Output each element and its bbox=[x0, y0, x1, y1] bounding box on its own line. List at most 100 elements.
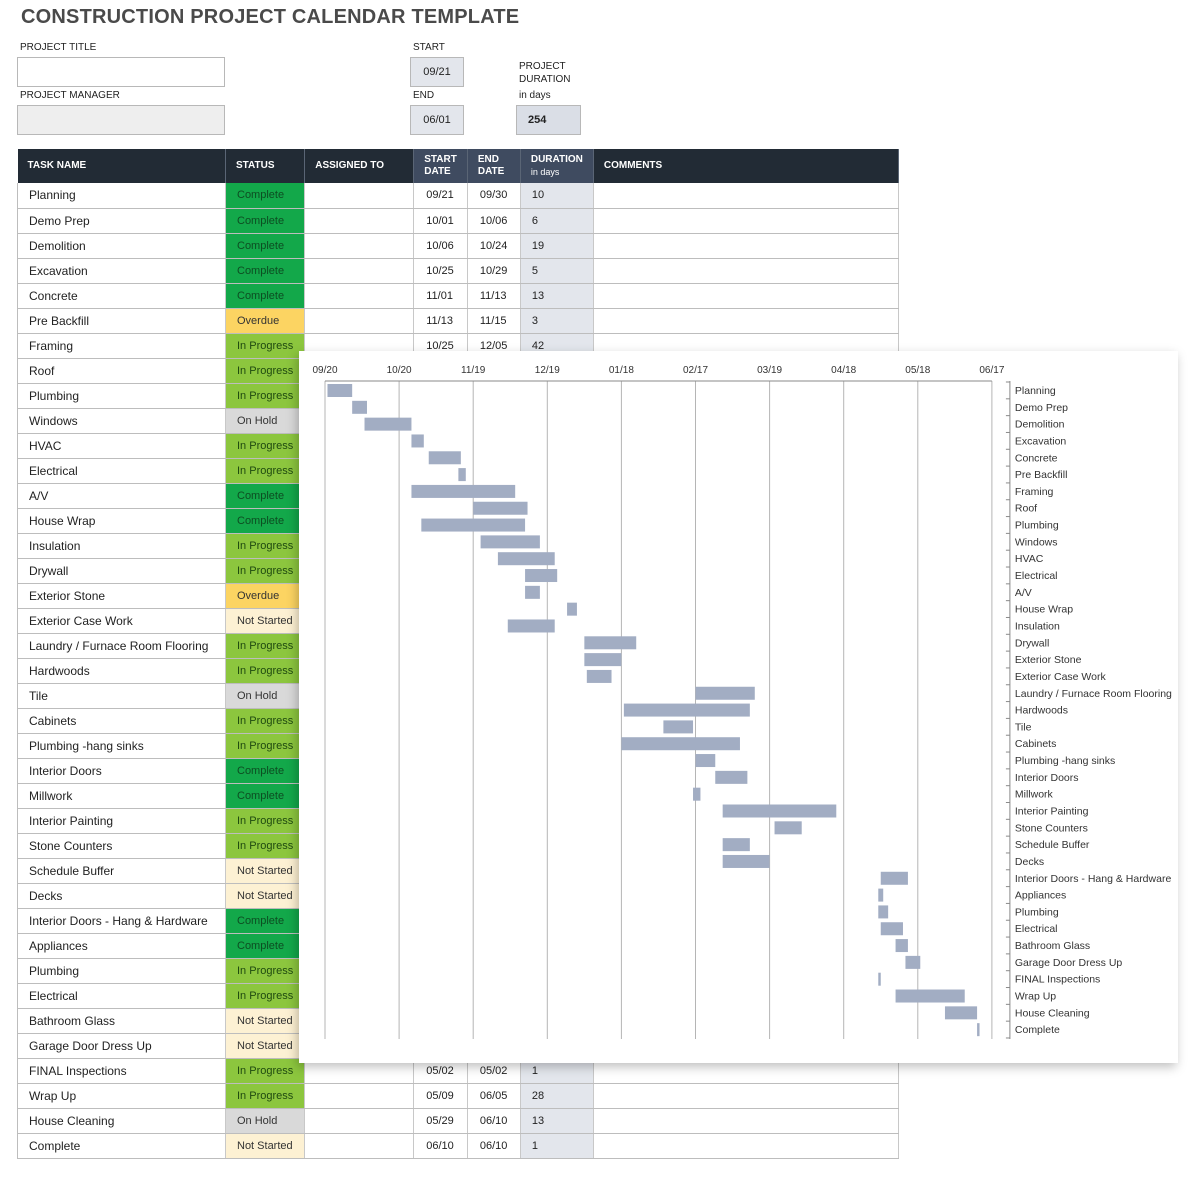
cell-status[interactable]: In Progress bbox=[225, 658, 306, 684]
x-tick-label: 09/20 bbox=[312, 365, 337, 376]
category-label: Complete bbox=[1015, 1024, 1060, 1036]
cell-start-date[interactable]: 10/25 bbox=[413, 258, 468, 284]
cell-status[interactable]: Complete bbox=[225, 208, 306, 234]
cell-assigned-to[interactable] bbox=[304, 1133, 415, 1159]
cell-status[interactable]: In Progress bbox=[225, 533, 306, 559]
cell-status[interactable]: Complete bbox=[225, 758, 306, 784]
cell-comments[interactable] bbox=[593, 258, 899, 284]
cell-end-date[interactable]: 10/06 bbox=[467, 208, 521, 234]
cell-status[interactable]: Not Started bbox=[225, 608, 306, 634]
cell-status[interactable]: In Progress bbox=[225, 733, 306, 759]
gantt-bar bbox=[880, 922, 903, 936]
cell-assigned-to[interactable] bbox=[304, 308, 415, 334]
gantt-bar bbox=[977, 1023, 980, 1037]
gantt-bar bbox=[895, 939, 908, 953]
cell-end-date[interactable]: 10/24 bbox=[467, 233, 521, 259]
cell-comments[interactable] bbox=[593, 1108, 899, 1134]
gantt-bar bbox=[715, 770, 748, 784]
cell-comments[interactable] bbox=[593, 208, 899, 234]
cell-assigned-to[interactable] bbox=[304, 233, 415, 259]
gantt-bar bbox=[411, 434, 424, 448]
start-date-field[interactable]: 09/21 bbox=[410, 57, 464, 87]
cell-end-date[interactable]: 06/10 bbox=[467, 1108, 521, 1134]
cell-status[interactable]: Not Started bbox=[225, 858, 306, 884]
cell-status[interactable]: In Progress bbox=[225, 808, 306, 834]
cell-status[interactable]: In Progress bbox=[225, 383, 306, 409]
cell-status[interactable]: Complete bbox=[225, 183, 306, 209]
cell-end-date[interactable]: 11/15 bbox=[467, 308, 521, 334]
cell-status[interactable]: In Progress bbox=[225, 708, 306, 734]
cell-assigned-to[interactable] bbox=[304, 208, 415, 234]
cell-status[interactable]: Complete bbox=[225, 258, 306, 284]
header-start-line1: START bbox=[424, 154, 457, 165]
cell-status[interactable]: Overdue bbox=[225, 583, 306, 609]
cell-status[interactable]: Complete bbox=[225, 933, 306, 959]
cell-assigned-to[interactable] bbox=[304, 258, 415, 284]
cell-start-date[interactable]: 05/29 bbox=[413, 1108, 468, 1134]
cell-status[interactable]: In Progress bbox=[225, 358, 306, 384]
cell-comments[interactable] bbox=[593, 1083, 899, 1109]
cell-assigned-to[interactable] bbox=[304, 1083, 415, 1109]
cell-status[interactable]: In Progress bbox=[225, 558, 306, 584]
cell-comments[interactable] bbox=[593, 1133, 899, 1159]
cell-status[interactable]: Complete bbox=[225, 283, 306, 309]
category-label: Demo Prep bbox=[1015, 402, 1068, 414]
cell-status[interactable]: Complete bbox=[225, 508, 306, 534]
cell-comments[interactable] bbox=[593, 183, 899, 209]
cell-status[interactable]: In Progress bbox=[225, 433, 306, 459]
cell-duration: 13 bbox=[520, 283, 594, 309]
category-label: Plumbing bbox=[1015, 906, 1059, 918]
cell-comments[interactable] bbox=[593, 283, 899, 309]
cell-start-date[interactable]: 10/06 bbox=[413, 233, 468, 259]
project-manager-field[interactable] bbox=[17, 105, 225, 135]
cell-status[interactable]: On Hold bbox=[225, 683, 306, 709]
cell-status[interactable]: Complete bbox=[225, 483, 306, 509]
project-title-field[interactable] bbox=[17, 57, 225, 87]
cell-end-date[interactable]: 06/10 bbox=[467, 1133, 521, 1159]
cell-status[interactable]: Complete bbox=[225, 783, 306, 809]
cell-start-date[interactable]: 10/01 bbox=[413, 208, 468, 234]
cell-status[interactable]: In Progress bbox=[225, 983, 306, 1009]
cell-status[interactable]: On Hold bbox=[225, 408, 306, 434]
cell-status[interactable]: On Hold bbox=[225, 1108, 306, 1134]
cell-status[interactable]: Complete bbox=[225, 908, 306, 934]
cell-status[interactable]: In Progress bbox=[225, 333, 306, 359]
cell-status[interactable]: Overdue bbox=[225, 308, 306, 334]
cell-status[interactable]: In Progress bbox=[225, 458, 306, 484]
cell-start-date[interactable]: 11/13 bbox=[413, 308, 468, 334]
x-tick-label: 11/19 bbox=[461, 365, 486, 376]
cell-status[interactable]: In Progress bbox=[225, 833, 306, 859]
cell-start-date[interactable]: 06/10 bbox=[413, 1133, 468, 1159]
cell-end-date[interactable]: 10/29 bbox=[467, 258, 521, 284]
cell-status[interactable]: In Progress bbox=[225, 1083, 306, 1109]
category-label: Exterior Case Work bbox=[1015, 671, 1107, 683]
gantt-bar bbox=[584, 636, 637, 650]
cell-comments[interactable] bbox=[593, 233, 899, 259]
cell-status[interactable]: In Progress bbox=[225, 958, 306, 984]
cell-start-date[interactable]: 09/21 bbox=[413, 183, 468, 209]
end-date-field[interactable]: 06/01 bbox=[410, 105, 464, 135]
table-row: House Cleaning On Hold 05/29 06/10 13 bbox=[17, 1108, 899, 1134]
cell-assigned-to[interactable] bbox=[304, 183, 415, 209]
cell-task-name: Plumbing bbox=[17, 958, 226, 984]
cell-end-date[interactable]: 06/05 bbox=[467, 1083, 521, 1109]
cell-status[interactable]: Not Started bbox=[225, 1133, 306, 1159]
cell-status[interactable]: Complete bbox=[225, 233, 306, 259]
cell-assigned-to[interactable] bbox=[304, 283, 415, 309]
cell-status[interactable]: Not Started bbox=[225, 1008, 306, 1034]
cell-end-date[interactable]: 11/13 bbox=[467, 283, 521, 309]
table-row: Concrete Complete 11/01 11/13 13 bbox=[17, 283, 899, 309]
cell-end-date[interactable]: 09/30 bbox=[467, 183, 521, 209]
cell-status[interactable]: Not Started bbox=[225, 1033, 306, 1059]
header-assigned-to: ASSIGNED TO bbox=[304, 149, 415, 183]
cell-task-name: Plumbing bbox=[17, 383, 226, 409]
cell-status[interactable]: In Progress bbox=[225, 1058, 306, 1084]
cell-comments[interactable] bbox=[593, 308, 899, 334]
cell-task-name: Concrete bbox=[17, 283, 226, 309]
cell-status[interactable]: In Progress bbox=[225, 633, 306, 659]
cell-status[interactable]: Not Started bbox=[225, 883, 306, 909]
cell-start-date[interactable]: 05/09 bbox=[413, 1083, 468, 1109]
header-duration-line2: in days bbox=[530, 167, 560, 177]
cell-start-date[interactable]: 11/01 bbox=[413, 283, 468, 309]
cell-assigned-to[interactable] bbox=[304, 1108, 415, 1134]
